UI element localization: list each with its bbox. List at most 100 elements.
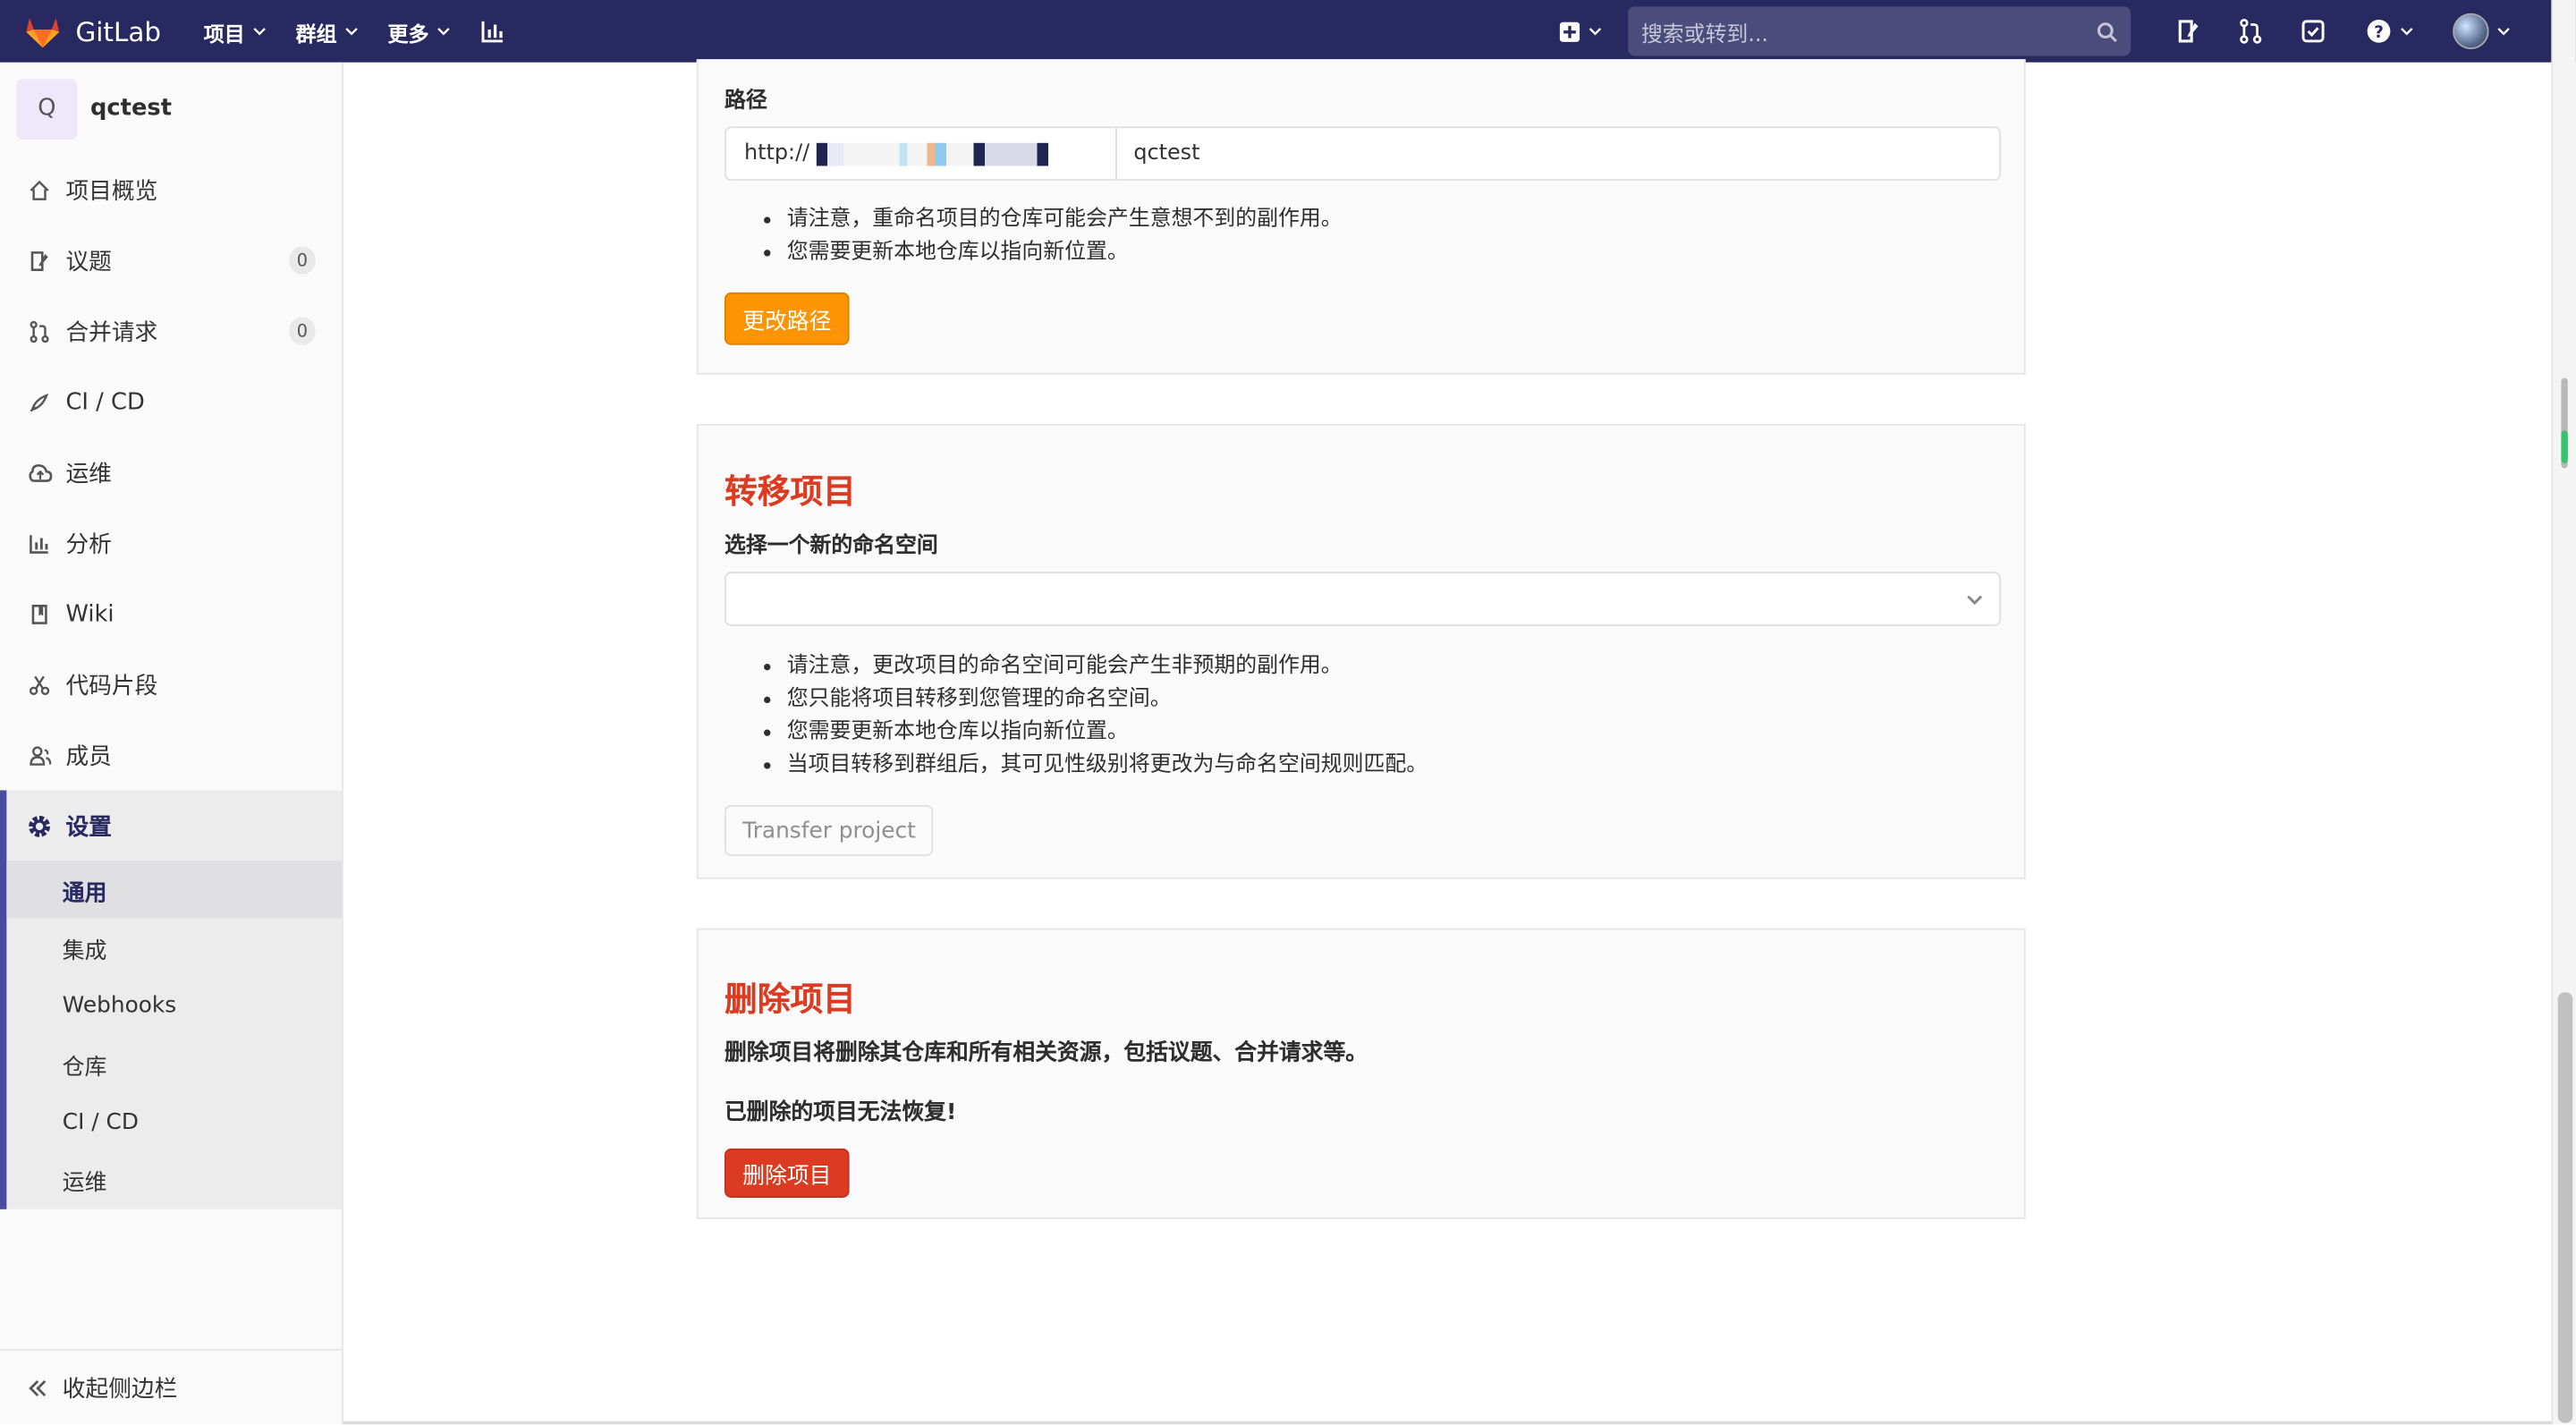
help-icon: ? [2366,20,2390,43]
redacted-host-mosaic [816,141,1093,165]
sidebar-item-merge-requests[interactable]: 合并请求 0 [0,296,342,367]
delete-warning: 已删除的项目无法恢复! [724,1098,957,1126]
issues-icon [2178,20,2199,43]
gitlab-home-link[interactable]: GitLab [23,12,161,51]
project-header-link[interactable]: Q qctest [0,63,342,155]
sidebar-item-operations[interactable]: 运维 [0,437,342,508]
plus-square-icon [1559,21,1580,41]
sidebar-item-label: 分析 [65,531,112,558]
namespace-select[interactable] [724,572,2002,626]
sidebar-subitem-general[interactable]: 通用 [6,861,343,920]
chevron-down-icon [345,28,358,36]
collapse-sidebar-button[interactable]: 收起侧边栏 [0,1348,343,1424]
chevron-down-icon [437,28,450,36]
search-input[interactable]: 搜索或转到... [1628,6,2131,56]
user-menu-dropdown[interactable] [2453,13,2510,50]
path-notes-list: 请注意，重命名项目的仓库可能会产生意想不到的副作用。 您需要更新本地仓库以指向新… [787,204,1998,269]
sidebar-item-overview[interactable]: 项目概览 [0,155,342,225]
page-scrollbar[interactable] [2551,0,2576,1425]
main-content: 路径 http:// qctest 请注意，重命名项目的仓库可能会产生意想不到的… [343,59,2552,1425]
path-prefix-text: http:// [744,140,810,166]
navbar-right: 搜索或转到... ? [1559,0,2576,63]
users-icon [26,742,52,768]
sidebar-item-issues[interactable]: 议题 0 [0,225,342,296]
sidebar-item-snippets[interactable]: 代码片段 [0,649,342,719]
list-item: 您只能将项目转移到您管理的命名空间。 [787,683,1998,717]
sidebar-item-wiki[interactable]: Wiki [0,579,342,649]
new-item-dropdown[interactable] [1559,21,1602,42]
change-path-button[interactable]: 更改路径 [724,292,850,345]
rocket-icon [26,388,52,414]
list-item: 您需要更新本地仓库以指向新位置。 [787,236,1998,269]
chevron-down-icon [1589,28,1602,36]
issues-icon [26,247,52,273]
delete-project-section: 删除项目 删除项目将删除其仓库和所有相关资源，包括议题、合并请求等。 已删除的项… [696,928,2026,1219]
sidebar-subitem-webhooks[interactable]: Webhooks [6,977,342,1035]
issues-count-badge: 0 [289,246,316,275]
delete-project-button[interactable]: 删除项目 [724,1148,850,1198]
sidebar-item-label: 项目概览 [65,178,158,205]
sidebar-subitem-repository[interactable]: 仓库 [6,1035,342,1093]
list-item: 请注意，更改项目的命名空间可能会产生非预期的副作用。 [787,650,1998,683]
path-label: 路径 [724,89,767,114]
chevron-down-icon [2400,28,2412,36]
chart-icon [26,530,52,556]
sidebar-item-label: 运维 [65,461,112,488]
delete-description: 删除项目将删除其仓库和所有相关资源，包括议题、合并请求等。 [724,1039,1368,1067]
transfer-section-title: 转移项目 [724,471,856,512]
scrollbar-thumb[interactable] [2557,992,2573,1423]
sidebar-settings-group: 设置 通用 集成 Webhooks 仓库 CI / CD 运维 [0,790,343,1209]
sidebar-subitem-integrations[interactable]: 集成 [6,919,342,977]
sidebar-subitem-ci-cd[interactable]: CI / CD [6,1093,342,1151]
sidebar-item-analytics[interactable]: 分析 [0,508,342,579]
nav-more-label: 更多 [387,20,429,46]
chevron-down-icon [2497,28,2510,36]
brand-name: GitLab [75,15,161,47]
search-placeholder: 搜索或转到... [1640,21,1769,47]
nav-more-dropdown[interactable]: 更多 [388,15,451,47]
gitlab-logo-icon [26,18,60,48]
nav-groups-dropdown[interactable]: 群组 [296,15,359,47]
gear-icon [29,815,51,836]
delete-section-title: 删除项目 [724,979,856,1019]
app-root: GitLab 项目 群组 更多 搜索或转到... ? Q qctest 项目概览… [0,0,2576,1425]
sidebar-item-label: 代码片段 [65,673,158,700]
change-path-section: 路径 http:// qctest 请注意，重命名项目的仓库可能会产生意想不到的… [696,59,2026,375]
avatar [2453,13,2489,50]
nav-projects-label: 项目 [203,20,245,46]
path-input[interactable]: qctest [1117,128,1999,179]
nav-menu: 项目 群组 更多 [204,15,536,47]
nav-projects-dropdown[interactable]: 项目 [204,15,267,47]
sidebar-item-label: CI / CD [65,388,145,415]
transfer-project-button[interactable]: Transfer project [724,804,935,856]
transfer-project-section: 转移项目 选择一个新的命名空间 请注意，更改项目的命名空间可能会产生非预期的副作… [696,423,2026,879]
issues-shortcut-button[interactable] [2174,16,2203,46]
sidebar-subitem-operations[interactable]: 运维 [6,1151,342,1209]
sidebar-item-label: 合并请求 [65,319,158,346]
merge-requests-shortcut-button[interactable] [2236,16,2266,46]
todos-shortcut-button[interactable] [2299,16,2328,46]
double-chevron-left-icon [29,1379,47,1396]
sidebar-item-members[interactable]: 成员 [0,719,342,790]
sidebar-item-settings[interactable]: 设置 [6,790,342,861]
todo-check-icon [2301,20,2325,43]
project-name: qctest [90,95,173,122]
chevron-down-icon [253,28,266,36]
search-icon [2097,21,2117,42]
nav-activity-chart-button[interactable] [479,18,505,44]
list-item: 请注意，重命名项目的仓库可能会产生意想不到的副作用。 [787,204,1998,237]
sidebar-item-label: 成员 [65,743,112,770]
top-navbar: GitLab 项目 群组 更多 搜索或转到... ? [0,0,2576,63]
horizontal-scrollbar[interactable] [343,1421,2552,1425]
sidebar-item-ci-cd[interactable]: CI / CD [0,367,342,437]
scrollbar-marker-active [2561,430,2568,463]
chevron-down-icon [1967,595,1983,606]
path-url-prefix: http:// [726,128,1117,180]
transfer-notes-list: 请注意，更改项目的命名空间可能会产生非预期的副作用。 您只能将项目转移到您管理的… [787,650,1998,782]
sidebar-item-label: 设置 [65,814,112,841]
home-icon [26,176,52,202]
help-dropdown[interactable]: ? [2360,16,2416,46]
project-avatar: Q [16,78,78,140]
scissors-icon [26,671,52,697]
svg-text:?: ? [2373,23,2383,42]
